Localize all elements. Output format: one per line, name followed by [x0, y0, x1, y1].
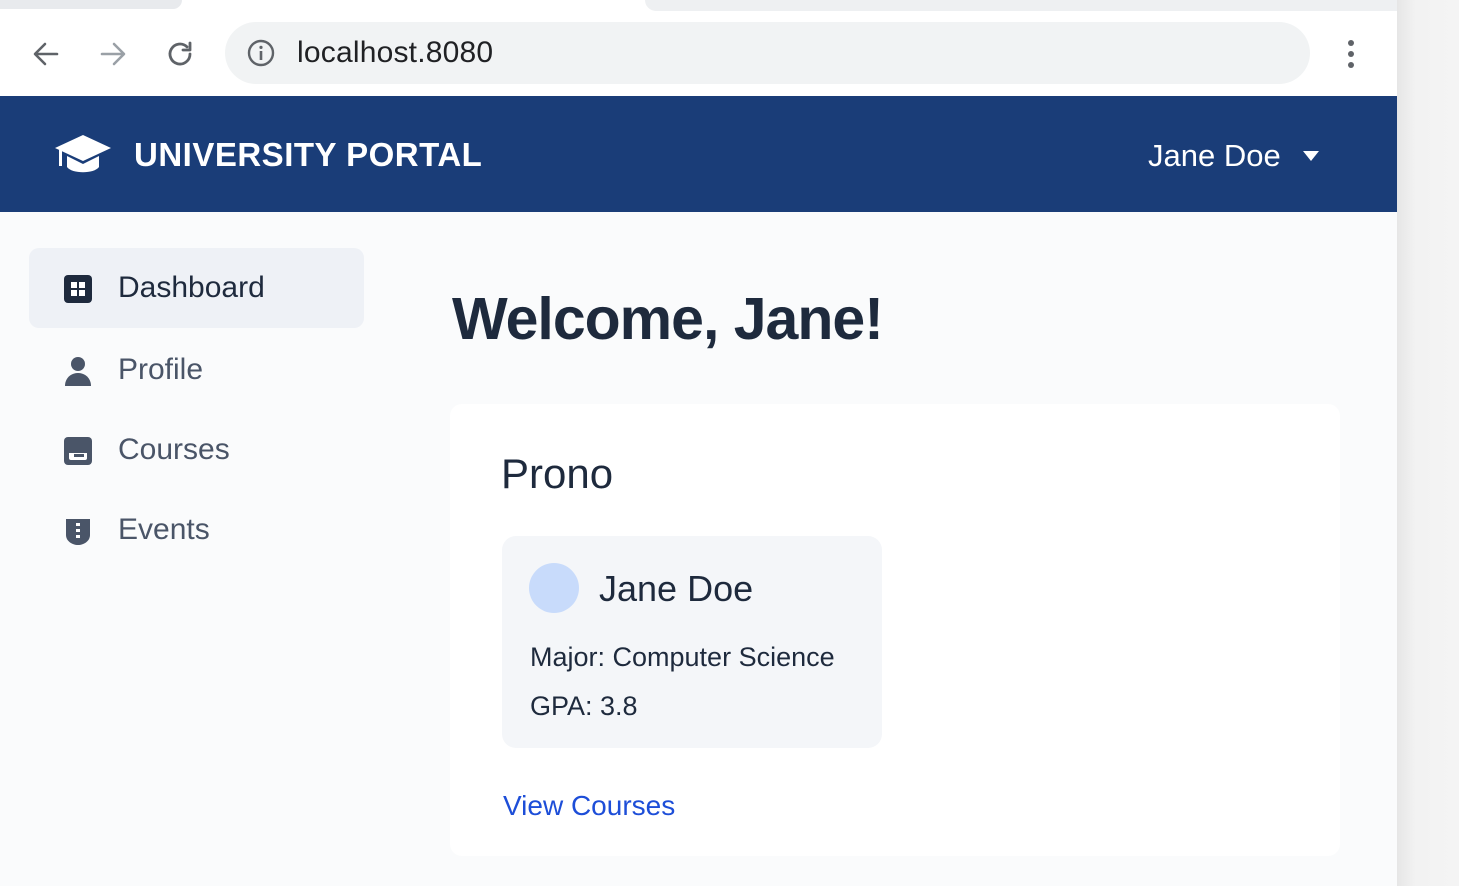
forward-button[interactable] [93, 34, 133, 74]
dashboard-grid-icon [64, 275, 92, 303]
sidebar-item-profile[interactable]: Profile [29, 330, 364, 410]
app-header: UNIVERSITY PORTAL Jane Doe [0, 96, 1397, 212]
tab-strip [0, 0, 1397, 12]
user-name[interactable]: Jane Doe [1148, 138, 1281, 174]
panel-title: Prono [501, 450, 614, 497]
student-gpa: GPA: 3.8 [530, 691, 638, 721]
sidebar-item-events[interactable]: Events [29, 490, 364, 570]
site-info-icon[interactable] [247, 39, 275, 67]
url-text[interactable]: localhost.8080 [297, 36, 493, 70]
browser-window: localhost.8080 UNIVERSITY PORTAL Jane Do… [0, 0, 1397, 886]
back-button[interactable] [26, 34, 66, 74]
student-name: Jane Doe [599, 568, 754, 609]
browser-toolbar: localhost.8080 [0, 12, 1397, 96]
student-major: Major: Computer Science [530, 642, 835, 672]
events-icon [66, 519, 90, 545]
graduation-cap-icon [55, 135, 111, 173]
browser-tab[interactable] [0, 0, 182, 9]
browser-tab[interactable] [645, 0, 1397, 11]
sidebar-item-courses[interactable]: Courses [29, 410, 364, 490]
user-menu[interactable]: Jane Doe [1148, 136, 1319, 176]
sidebar-item-label: Events [118, 513, 210, 546]
reload-button[interactable] [160, 34, 200, 74]
sidebar-item-dashboard[interactable]: Dashboard [29, 248, 364, 328]
address-bar[interactable]: localhost.8080 [225, 22, 1310, 84]
person-icon [65, 357, 91, 386]
app-title: UNIVERSITY PORTAL [134, 136, 483, 173]
caret-down-icon[interactable] [1302, 151, 1319, 161]
back-arrow-icon [33, 42, 59, 66]
profile-card: Jane Doe Major: Computer Science GPA: 3.… [502, 536, 882, 748]
sidebar-item-label: Dashboard [118, 271, 265, 304]
sidebar-item-label: Courses [118, 433, 230, 466]
browser-menu-icon[interactable] [1335, 34, 1367, 74]
page-title: Welcome, Jane! [452, 286, 884, 352]
avatar [529, 563, 579, 613]
desktop-background [1397, 0, 1459, 886]
view-courses-link[interactable]: View Courses [503, 790, 675, 822]
sidebar-item-label: Profile [118, 353, 204, 386]
profile-panel: Prono Jane Doe Major: Computer Science G… [450, 404, 1340, 856]
reload-icon [168, 41, 192, 66]
courses-icon [64, 437, 92, 465]
forward-arrow-icon [100, 42, 126, 66]
